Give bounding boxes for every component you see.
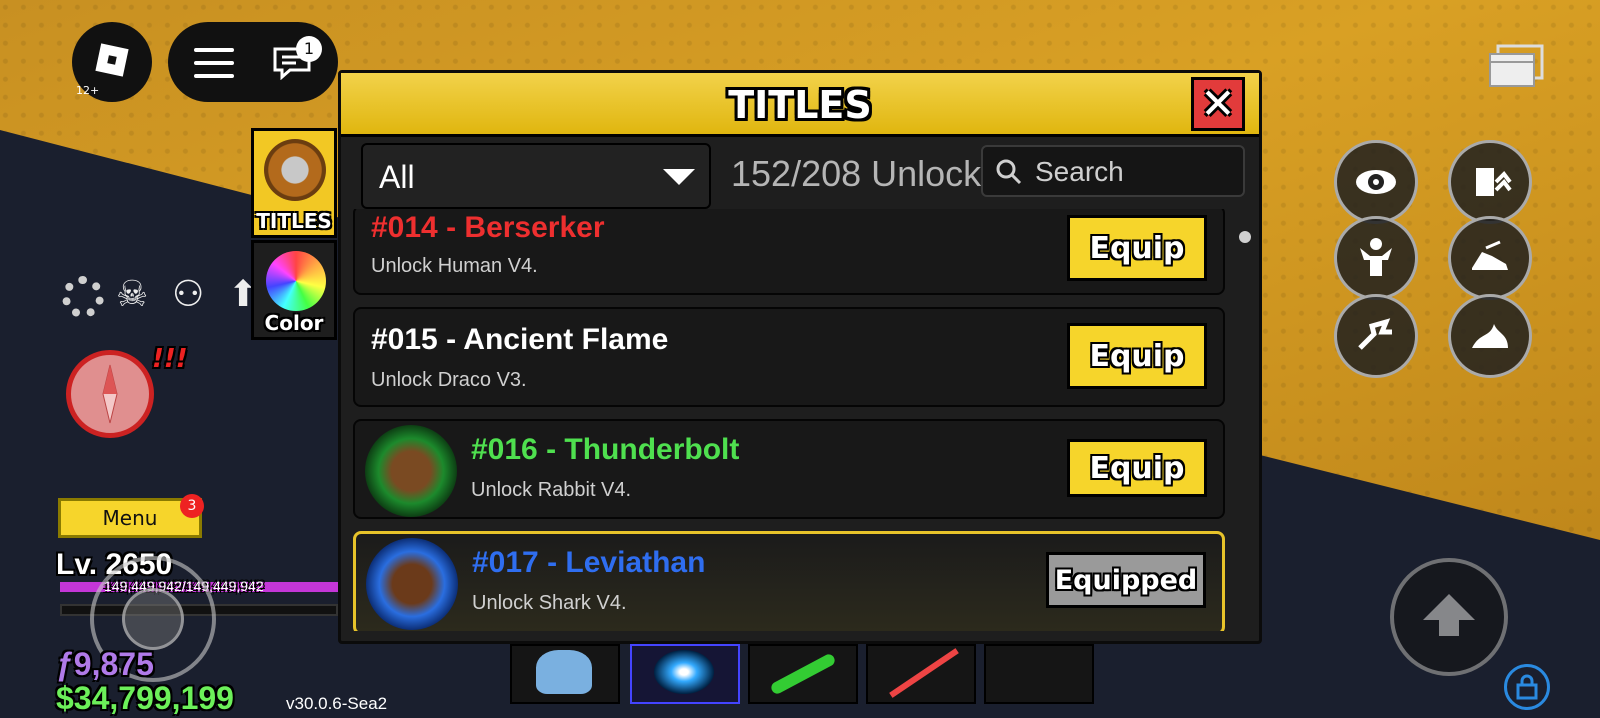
armor-arm-icon: [1476, 168, 1512, 196]
search-placeholder: Search: [1035, 156, 1124, 187]
equip-label: Equip: [1089, 230, 1185, 266]
quest-notice: !!!: [152, 344, 188, 374]
title-row-equipped: #017 - Leviathan Unlock Shark V4. Equipp…: [353, 531, 1225, 631]
title-description: Unlock Rabbit V4.: [471, 479, 632, 501]
hotbar-slot-3[interactable]: [748, 644, 858, 704]
vortex-icon: [654, 650, 714, 694]
filter-dropdown[interactable]: All: [361, 143, 711, 209]
hamburger-menu-icon[interactable]: [194, 48, 234, 78]
title-description: Unlock Draco V3.: [371, 369, 527, 391]
title-description: Unlock Human V4.: [371, 255, 538, 277]
close-icon: ✕: [1200, 79, 1236, 128]
ability-sprint-button[interactable]: [1334, 294, 1418, 378]
equip-button[interactable]: Equip: [1067, 439, 1207, 497]
tab-color[interactable]: Color: [251, 240, 337, 340]
scrollbar-thumb[interactable]: [1239, 231, 1251, 243]
filter-value: All: [379, 159, 415, 195]
shoe-icon: [1472, 240, 1508, 270]
equip-label: Equip: [1089, 338, 1185, 374]
top-controls-pill: 1: [168, 22, 338, 102]
title-row: #014 - Berserker Unlock Human V4. Equip: [353, 209, 1225, 295]
title-row: #016 - Thunderbolt Unlock Rabbit V4. Equ…: [353, 419, 1225, 519]
search-input[interactable]: Search: [981, 145, 1245, 197]
up-arrow-icon: [1423, 594, 1475, 636]
windows-icon[interactable]: [1488, 44, 1544, 88]
spear-icon: [889, 648, 959, 698]
eye-icon: [1356, 170, 1396, 194]
shark-avatar-icon: [366, 538, 458, 630]
lock-icon: [1516, 674, 1538, 700]
fragments-label: ƒ9,875: [56, 646, 154, 682]
shift-lock-button[interactable]: [1504, 664, 1550, 710]
chevron-down-icon: [663, 169, 695, 185]
ability-observation-button[interactable]: [1334, 140, 1418, 224]
compass-needle-icon: [102, 364, 118, 424]
titles-list[interactable]: #014 - Berserker Unlock Human V4. Equip …: [353, 209, 1233, 631]
roblox-menu-button[interactable]: 12+: [72, 22, 152, 102]
game-scene: 12+ 1 ☠ ⚇ ⬆ !!! Menu 3 Lv. 2650 149,449,…: [0, 0, 1600, 718]
hotbar-slot-4[interactable]: [866, 644, 976, 704]
age-rating-badge: 12+: [76, 84, 100, 97]
menu-label: Menu: [102, 506, 158, 530]
unlock-count: 152/208 Unlocked: [731, 153, 991, 194]
title-description: Unlock Shark V4.: [472, 592, 627, 614]
title-name: #017 - Leviathan: [472, 546, 706, 579]
jump-button[interactable]: [1390, 558, 1508, 676]
crew-icon[interactable]: ⚇: [172, 274, 204, 315]
tab-titles-label: TITLES: [256, 209, 332, 233]
tab-color-label: Color: [264, 311, 324, 335]
equip-button[interactable]: Equip: [1067, 323, 1207, 389]
close-button[interactable]: ✕: [1191, 77, 1245, 131]
jolly-roger-icon[interactable]: ☠: [116, 274, 148, 315]
title-name: #015 - Ancient Flame: [371, 323, 669, 356]
title-name: #016 - Thunderbolt: [471, 433, 740, 466]
equipped-button[interactable]: Equipped: [1046, 552, 1206, 608]
color-wheel-icon: [266, 251, 326, 311]
search-icon: [996, 159, 1022, 185]
equip-button[interactable]: Equip: [1067, 215, 1207, 281]
panel-title: TITLES: [728, 83, 872, 127]
tab-titles[interactable]: TITLES: [251, 128, 337, 238]
settings-gear-icon[interactable]: [62, 276, 104, 318]
ability-fire-button[interactable]: [1448, 294, 1532, 378]
ability-armor-button[interactable]: [1448, 140, 1532, 224]
rabbit-avatar-icon: [365, 425, 457, 517]
muscle-icon: [1360, 238, 1392, 276]
titles-panel: TITLES ✕ All 152/208 Unlocked Search #01…: [338, 70, 1262, 644]
flame-burst-icon: [1472, 324, 1508, 348]
panel-header: TITLES ✕: [341, 73, 1259, 137]
title-name: #014 - Berserker: [371, 211, 605, 244]
roblox-logo-icon: [95, 43, 129, 77]
equip-label: Equip: [1089, 450, 1185, 486]
ability-strength-button[interactable]: [1334, 216, 1418, 300]
hotbar-slot-5[interactable]: [984, 644, 1094, 704]
chat-badge: 1: [296, 36, 322, 62]
menu-badge: 3: [180, 494, 204, 518]
green-blade-icon: [769, 652, 837, 696]
compass-button[interactable]: [66, 350, 154, 438]
sprint-icon: [1358, 318, 1392, 350]
anchor-emblem-icon: [264, 139, 326, 201]
hotbar-slot-2[interactable]: [630, 644, 740, 704]
equipped-label: Equipped: [1054, 564, 1198, 596]
title-row: #015 - Ancient Flame Unlock Draco V3. Eq…: [353, 307, 1225, 407]
fist-icon: [536, 650, 592, 694]
money-label: $34,799,199: [56, 680, 234, 716]
joystick-thumb[interactable]: [122, 588, 184, 650]
ability-dash-button[interactable]: [1448, 216, 1532, 300]
hotbar-slot-1[interactable]: [510, 644, 620, 704]
version-label: v30.0.6-Sea2: [286, 694, 388, 713]
